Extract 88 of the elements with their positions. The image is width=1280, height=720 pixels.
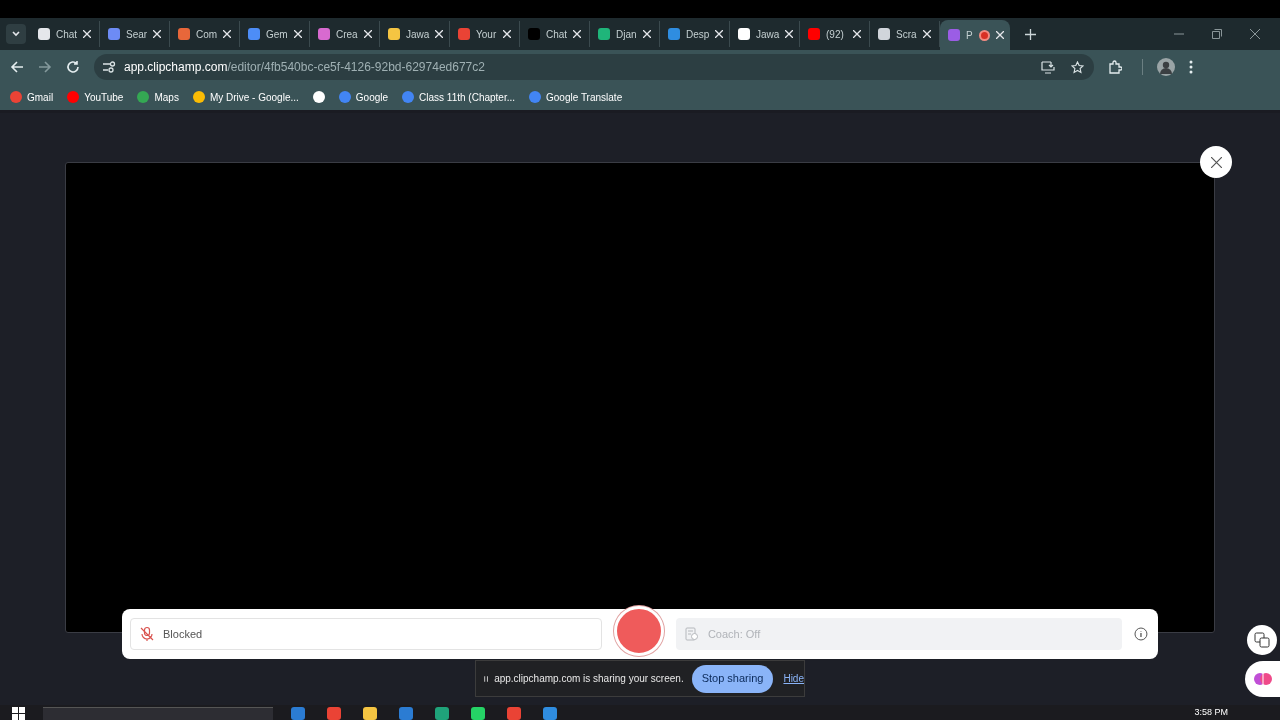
extensions-icon[interactable] (1108, 60, 1122, 74)
hide-link[interactable]: Hide (783, 671, 804, 686)
tab-title: Desp (686, 27, 710, 42)
browser-tab[interactable]: Jawa (730, 21, 800, 47)
bookmark-link[interactable]: Maps (154, 89, 179, 105)
close-icon (1210, 156, 1222, 168)
tab-title: Gem (266, 27, 288, 42)
pause-icon (484, 674, 489, 683)
close-tab-icon[interactable] (923, 30, 931, 38)
assistant-button[interactable] (1245, 661, 1280, 697)
close-tab-icon[interactable] (363, 30, 372, 38)
bookmark-link[interactable]: Gmail (27, 89, 54, 105)
close-tab-icon[interactable] (785, 30, 794, 38)
tab-title: Your (476, 27, 497, 42)
coach-icon (683, 626, 700, 642)
browser-tab[interactable]: Chat (30, 21, 100, 47)
bookmark-link[interactable]: YouTube (84, 89, 124, 105)
tab-list-button[interactable] (6, 24, 26, 44)
close-tab-icon[interactable] (853, 30, 861, 38)
browser-tab[interactable]: Gem (240, 21, 310, 47)
close-tab-icon[interactable] (83, 30, 92, 38)
bookmark-link[interactable]: My Drive - Google... (209, 89, 299, 105)
menu-icon[interactable] (1189, 60, 1193, 74)
forward-icon[interactable] (38, 60, 52, 74)
sharing-message: app.clipchamp.com is sharing your screen. (494, 672, 684, 686)
site-settings-icon[interactable] (102, 61, 116, 73)
close-tab-icon[interactable] (643, 30, 651, 38)
translate-button[interactable] (1247, 625, 1277, 655)
start-icon[interactable] (12, 707, 25, 720)
install-app-icon[interactable] (1041, 60, 1055, 74)
bookmark-link[interactable]: Class 11th (Chapter... (419, 89, 516, 105)
browser-tab[interactable]: Your (450, 21, 520, 47)
tab-title: Jawa (756, 27, 780, 42)
tab-title: Chat (546, 27, 568, 42)
taskbar-app-icon[interactable] (435, 707, 449, 720)
tab-title: Com (196, 27, 218, 42)
profile-avatar[interactable] (1157, 58, 1175, 76)
tab-title: Chat (56, 27, 78, 42)
restore-icon[interactable] (1212, 29, 1222, 39)
taskbar-app-icon[interactable] (471, 707, 485, 720)
browser-tab[interactable]: Com (170, 21, 240, 47)
close-tab-icon[interactable] (503, 30, 511, 38)
translate-icon (1254, 632, 1270, 648)
browser-tab[interactable]: Djan (590, 21, 660, 47)
url-text: app.clipchamp.com/editor/4fb540bc-ce5f-4126-92bd-62974ed677c2 (124, 59, 485, 76)
back-icon[interactable] (10, 60, 24, 74)
info-icon[interactable] (1134, 627, 1148, 641)
tab-title: Jawa (406, 27, 430, 42)
close-tab-icon[interactable] (223, 30, 232, 38)
browser-tab[interactable]: P (940, 20, 1010, 50)
taskbar-app-icon[interactable] (363, 707, 377, 720)
plus-icon (1024, 28, 1036, 40)
microphone-muted-icon (139, 626, 155, 642)
close-tab-icon[interactable] (153, 30, 162, 38)
clock-text: 3:58 PM (1194, 707, 1228, 717)
address-bar[interactable]: app.clipchamp.com/editor/4fb540bc-ce5f-4126-92bd-62974ed677c2 (94, 54, 1094, 80)
tab-title: (92) (826, 27, 844, 42)
tab-title: P (966, 28, 973, 43)
microphone-field[interactable]: Blocked (130, 618, 603, 650)
close-tab-icon[interactable] (995, 31, 1004, 39)
browser-tab[interactable]: Crea (310, 21, 380, 47)
record-button[interactable] (614, 606, 664, 656)
tab-title: Crea (336, 27, 358, 42)
bookmark-icon[interactable] (192, 91, 205, 103)
browser-tab[interactable]: (92) (800, 21, 870, 47)
tab-title: Djan (616, 27, 637, 42)
browser-tab[interactable]: Desp (660, 21, 730, 47)
bookmark-icon[interactable] (312, 91, 325, 103)
chevron-down-icon (11, 29, 21, 39)
browser-tab[interactable]: Sear (100, 21, 170, 47)
reload-icon[interactable] (66, 60, 80, 74)
close-tab-icon[interactable] (293, 30, 302, 38)
browser-tab[interactable]: Jawa (380, 21, 450, 47)
browser-tab[interactable]: Chat (520, 21, 590, 47)
stop-sharing-button[interactable]: Stop sharing (691, 664, 774, 693)
close-tab-icon[interactable] (715, 30, 724, 38)
tab-title: Scra (896, 27, 917, 42)
tab-title: Sear (126, 27, 148, 42)
close-tab-icon[interactable] (435, 30, 444, 38)
star-icon[interactable] (1071, 60, 1084, 74)
close-button[interactable] (1200, 146, 1232, 178)
bookmark-link[interactable]: Google Translate (546, 89, 623, 105)
close-icon[interactable] (1250, 29, 1260, 39)
coach-status: Coach: Off (707, 626, 761, 642)
close-tab-icon[interactable] (573, 30, 582, 38)
bookmark-link[interactable]: Google (355, 89, 389, 105)
brain-icon (1253, 670, 1272, 688)
microphone-status: Blocked (163, 626, 203, 642)
